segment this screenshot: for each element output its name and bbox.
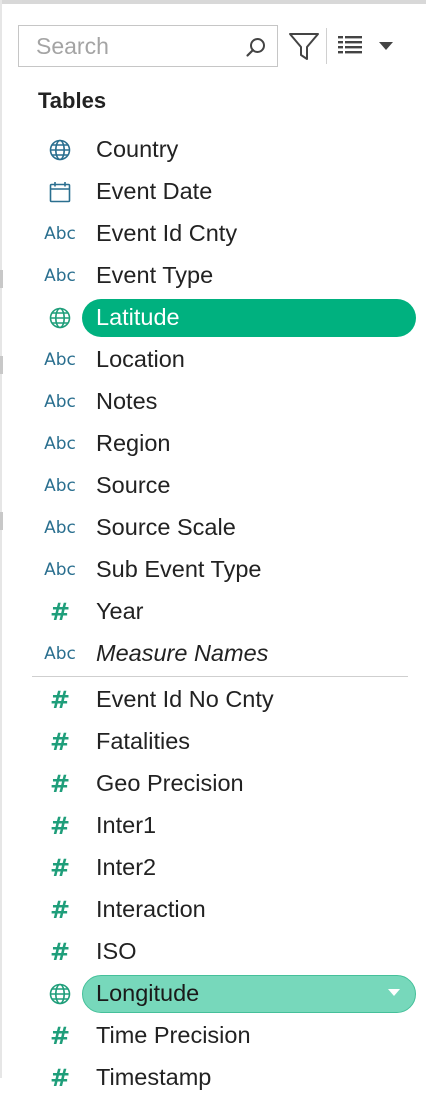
- search-input[interactable]: [19, 26, 239, 66]
- field-label: Year: [96, 598, 144, 624]
- field-inter2[interactable]: # Inter2: [36, 847, 426, 889]
- field-label: Country: [96, 136, 179, 162]
- filter-icon[interactable]: [288, 30, 320, 62]
- left-border: [0, 0, 2, 1078]
- left-edge-mark: [0, 270, 3, 288]
- abc-icon: Abc: [44, 644, 76, 664]
- search-icon[interactable]: [245, 36, 267, 58]
- abc-icon: Abc: [44, 518, 76, 538]
- hash-icon: #: [49, 1022, 71, 1050]
- field-label: Longitude: [96, 980, 200, 1006]
- field-label: Event Id Cnty: [96, 220, 238, 246]
- field-label: Event Id No Cnty: [96, 686, 274, 712]
- field-timestamp[interactable]: # Timestamp: [36, 1057, 426, 1099]
- abc-icon: Abc: [44, 560, 76, 580]
- abc-icon: Abc: [44, 350, 76, 370]
- dropdown-caret-icon[interactable]: [378, 40, 394, 52]
- globe-icon: [36, 973, 84, 1015]
- field-event-id-no-cnty[interactable]: # Event Id No Cnty: [36, 679, 426, 721]
- abc-icon: Abc: [44, 434, 76, 454]
- hash-icon: #: [49, 854, 71, 882]
- toolbar-separator: [326, 28, 327, 64]
- field-event-id-cnty[interactable]: Abc Event Id Cnty: [36, 213, 426, 255]
- field-label: ISO: [96, 938, 137, 964]
- field-iso[interactable]: # ISO: [36, 931, 426, 973]
- top-border: [0, 0, 426, 4]
- field-time-precision[interactable]: # Time Precision: [36, 1015, 426, 1057]
- field-region[interactable]: Abc Region: [36, 423, 426, 465]
- hash-icon: #: [49, 938, 71, 966]
- field-label: Notes: [96, 388, 158, 414]
- abc-icon: Abc: [44, 266, 76, 286]
- field-label: Sub Event Type: [96, 556, 262, 582]
- globe-icon: [36, 297, 84, 339]
- field-inter1[interactable]: # Inter1: [36, 805, 426, 847]
- hash-icon: #: [49, 598, 71, 626]
- search-box[interactable]: [18, 25, 278, 67]
- hash-icon: #: [49, 896, 71, 924]
- field-source[interactable]: Abc Source: [36, 465, 426, 507]
- field-label: Inter1: [96, 812, 157, 838]
- field-label: Interaction: [96, 896, 206, 922]
- field-label: Region: [96, 430, 171, 456]
- field-label: Geo Precision: [96, 770, 244, 796]
- field-measure-names[interactable]: Abc Measure Names: [36, 633, 426, 675]
- field-sub-event-type[interactable]: Abc Sub Event Type: [36, 549, 426, 591]
- field-label: Event Type: [96, 262, 214, 288]
- field-source-scale[interactable]: Abc Source Scale: [36, 507, 426, 549]
- field-year[interactable]: # Year: [36, 591, 426, 633]
- field-location[interactable]: Abc Location: [36, 339, 426, 381]
- field-notes[interactable]: Abc Notes: [36, 381, 426, 423]
- chevron-down-icon[interactable]: [388, 989, 400, 997]
- field-interaction[interactable]: # Interaction: [36, 889, 426, 931]
- hash-icon: #: [49, 728, 71, 756]
- globe-icon: [36, 129, 84, 171]
- field-label: Measure Names: [96, 640, 269, 666]
- field-fatalities[interactable]: # Fatalities: [36, 721, 426, 763]
- field-longitude[interactable]: Longitude: [36, 973, 426, 1015]
- field-label: Source Scale: [96, 514, 236, 540]
- field-label: Source: [96, 472, 171, 498]
- section-title-tables: Tables: [38, 88, 107, 113]
- left-edge-mark: [0, 512, 3, 530]
- field-label: Inter2: [96, 854, 157, 880]
- field-label: Event Date: [96, 178, 213, 204]
- field-label: Location: [96, 346, 185, 372]
- hash-icon: #: [49, 812, 71, 840]
- calendar-icon: [36, 171, 84, 213]
- hash-icon: #: [49, 1064, 71, 1092]
- field-label: Latitude: [96, 304, 180, 330]
- field-event-date[interactable]: Event Date: [36, 171, 426, 213]
- field-geo-precision[interactable]: # Geo Precision: [36, 763, 426, 805]
- hash-icon: #: [49, 770, 71, 798]
- hash-icon: #: [49, 686, 71, 714]
- abc-icon: Abc: [44, 224, 76, 244]
- field-event-type[interactable]: Abc Event Type: [36, 255, 426, 297]
- field-latitude[interactable]: Latitude: [36, 297, 426, 339]
- field-label: Fatalities: [96, 728, 191, 754]
- abc-icon: Abc: [44, 476, 76, 496]
- field-label: Time Precision: [96, 1022, 251, 1048]
- dimensions-measures-divider: [32, 676, 408, 677]
- list-view-icon[interactable]: [338, 35, 362, 55]
- abc-icon: Abc: [44, 392, 76, 412]
- field-country[interactable]: Country: [36, 129, 426, 171]
- left-edge-mark: [0, 356, 3, 374]
